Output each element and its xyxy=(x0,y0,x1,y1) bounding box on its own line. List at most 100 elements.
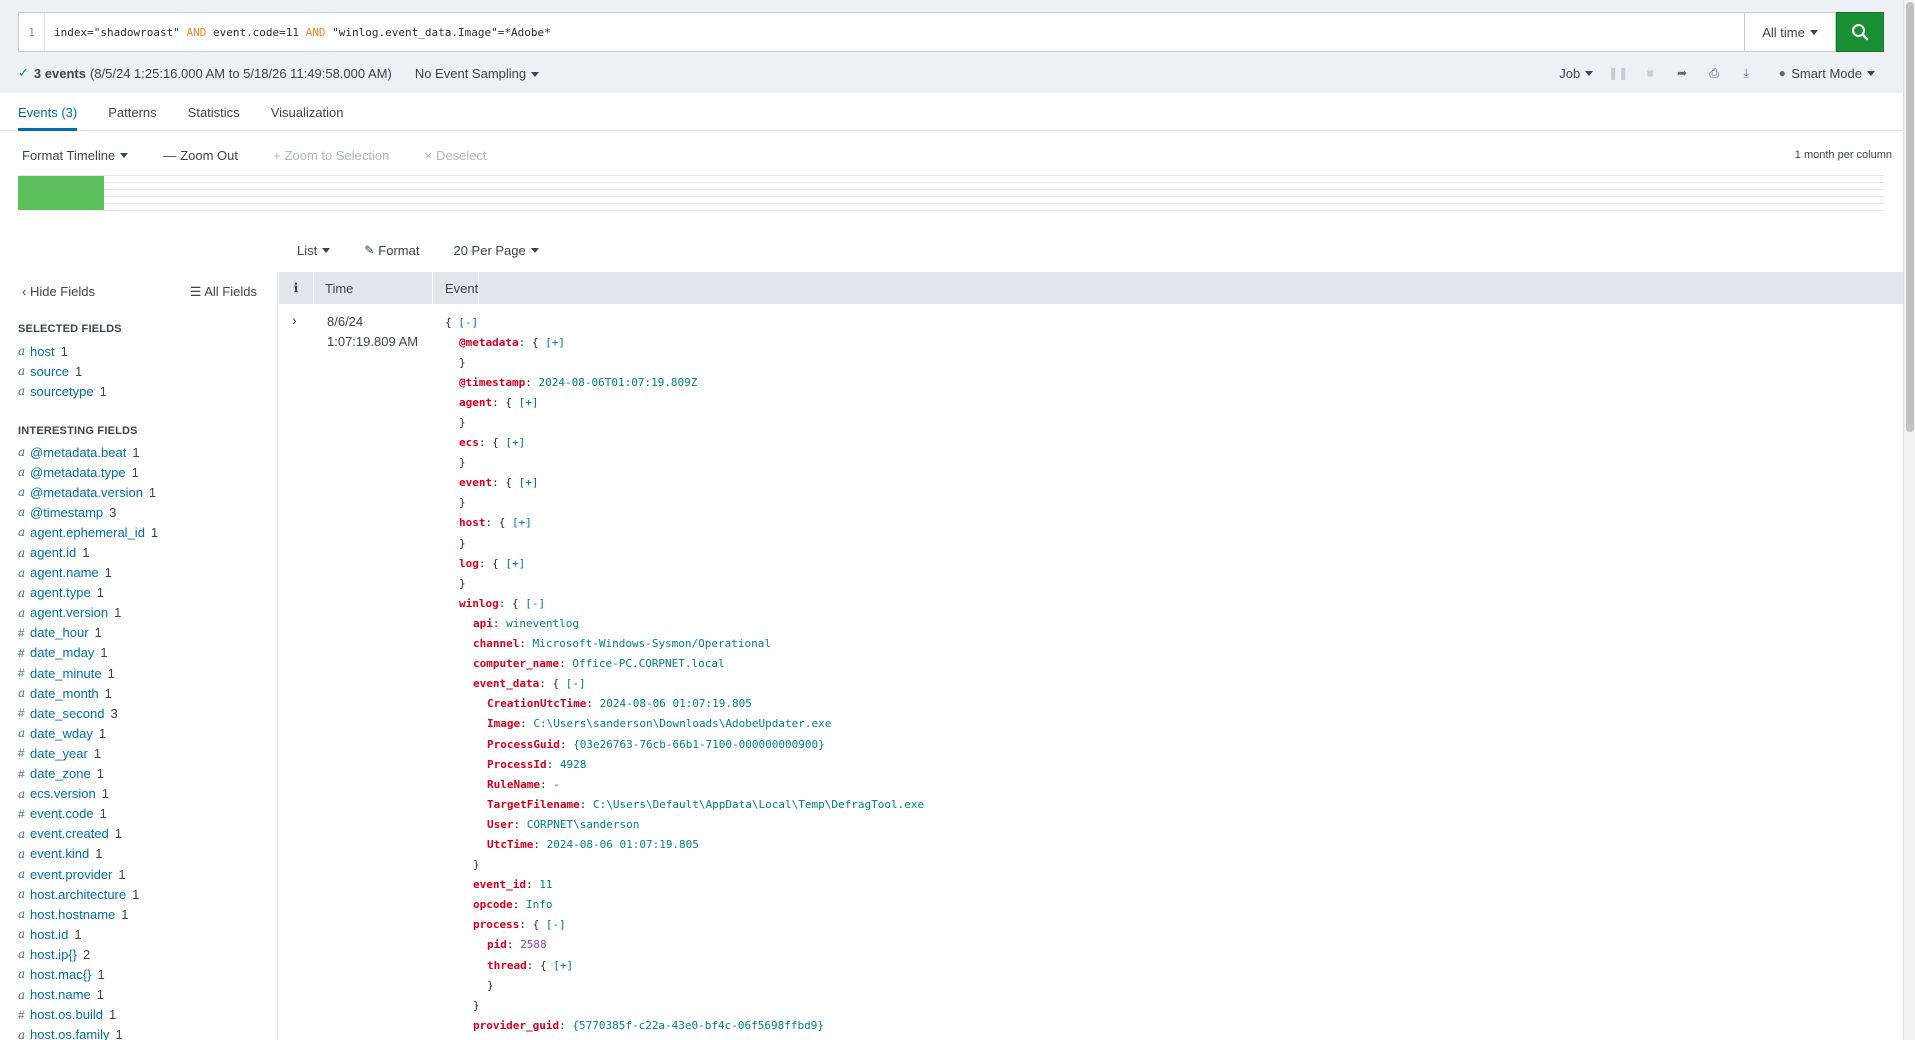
per-page-dropdown[interactable]: 20 Per Page xyxy=(453,243,539,258)
field-name[interactable]: host.architecture xyxy=(30,887,126,902)
page-scrollbar[interactable] xyxy=(1903,0,1915,1040)
field-item[interactable]: a host.mac{} 1 xyxy=(18,964,158,984)
field-item[interactable]: a @metadata.beat 1 xyxy=(18,442,158,462)
expand-toggle[interactable]: [-] xyxy=(458,316,478,329)
expand-row-chevron-icon[interactable]: › xyxy=(292,312,304,328)
format-timeline-button[interactable]: Format Timeline xyxy=(22,148,129,163)
tab-statistics[interactable]: Statistics xyxy=(188,93,240,130)
field-name[interactable]: host.ip{} xyxy=(30,947,77,962)
field-item[interactable]: a host.architecture 1 xyxy=(18,884,158,904)
field-name[interactable]: date_mday xyxy=(30,645,94,660)
field-item[interactable]: a date_month 1 xyxy=(18,683,158,703)
json-value[interactable]: Microsoft-Windows-Sysmon/Operational xyxy=(533,637,771,650)
field-name[interactable]: date_month xyxy=(30,686,99,701)
field-item[interactable]: a host.name 1 xyxy=(18,985,158,1005)
hide-fields-button[interactable]: ‹ Hide Fields xyxy=(22,284,95,300)
field-name[interactable]: event.created xyxy=(30,826,109,841)
search-input[interactable]: 1 index="shadowroast" AND event.code=11 … xyxy=(18,12,1744,52)
field-name[interactable]: host.os.family xyxy=(30,1027,109,1040)
field-item[interactable]: a host.hostname 1 xyxy=(18,904,158,924)
field-name[interactable]: @metadata.version xyxy=(30,485,143,500)
event-sampling-dropdown[interactable]: No Event Sampling xyxy=(415,66,540,81)
scrollbar-thumb[interactable] xyxy=(1906,2,1914,432)
field-name[interactable]: agent.version xyxy=(30,605,108,620)
field-item[interactable]: # date_mday 1 xyxy=(18,643,158,663)
json-value[interactable]: Office-PC.CORPNET.local xyxy=(572,657,724,670)
field-item[interactable]: # date_minute 1 xyxy=(18,663,158,683)
field-item[interactable]: a host.id 1 xyxy=(18,924,158,944)
field-item[interactable]: a @metadata.version 1 xyxy=(18,482,158,502)
field-name[interactable]: agent.name xyxy=(30,565,99,580)
field-name[interactable]: host.name xyxy=(30,987,91,1002)
expand-toggle[interactable]: [+] xyxy=(545,336,565,349)
field-name[interactable]: host.mac{} xyxy=(30,967,91,982)
field-item[interactable]: a event.created 1 xyxy=(18,824,158,844)
field-name[interactable]: sourcetype xyxy=(30,384,94,399)
json-value[interactable]: Info xyxy=(526,898,553,911)
field-item[interactable]: # date_year 1 xyxy=(18,743,158,763)
format-button[interactable]: ✎ Format xyxy=(364,243,419,258)
field-name[interactable]: date_minute xyxy=(30,666,102,681)
field-name[interactable]: source xyxy=(30,364,69,379)
job-menu[interactable]: Job xyxy=(1559,66,1594,81)
field-item[interactable]: # host.os.build 1 xyxy=(18,1005,158,1025)
all-fields-button[interactable]: ☰ All Fields xyxy=(190,284,257,300)
field-name[interactable]: date_hour xyxy=(30,625,89,640)
expand-toggle[interactable]: [+] xyxy=(519,476,539,489)
field-item[interactable]: a host.os.family 1 xyxy=(18,1025,158,1040)
field-item[interactable]: a date_wday 1 xyxy=(18,723,158,743)
field-name[interactable]: @metadata.beat xyxy=(30,445,126,460)
field-name[interactable]: agent.type xyxy=(30,585,91,600)
export-button[interactable]: ⤓ xyxy=(1739,66,1753,80)
expand-toggle[interactable]: [-] xyxy=(566,677,586,690)
field-name[interactable]: event.provider xyxy=(30,867,112,882)
json-value[interactable]: - xyxy=(553,778,560,791)
field-name[interactable]: host.os.build xyxy=(30,1007,103,1022)
expand-toggle[interactable]: [+] xyxy=(553,959,573,972)
json-value[interactable]: wineventlog xyxy=(506,617,579,630)
expand-toggle[interactable]: [+] xyxy=(512,516,532,529)
timeline-chart[interactable] xyxy=(18,175,1884,211)
field-item[interactable]: a @timestamp 3 xyxy=(18,502,158,522)
json-value[interactable]: 2024-08-06T01:07:19.809Z xyxy=(538,376,697,389)
expand-toggle[interactable]: [-] xyxy=(546,918,566,931)
field-name[interactable]: ecs.version xyxy=(30,786,96,801)
stop-button[interactable]: ■ xyxy=(1643,66,1657,80)
json-value[interactable]: CORPNET\sanderson xyxy=(527,818,640,831)
field-item[interactable]: a source 1 xyxy=(18,361,107,381)
field-name[interactable]: event.kind xyxy=(30,846,89,861)
print-button[interactable]: ⎙ xyxy=(1707,66,1721,80)
expand-toggle[interactable]: [+] xyxy=(519,396,539,409)
json-number[interactable]: 2588 xyxy=(520,938,547,951)
expand-toggle[interactable]: [-] xyxy=(525,597,545,610)
deselect-button[interactable]: × Deselect xyxy=(424,148,486,163)
time-range-picker[interactable]: All time xyxy=(1744,12,1836,52)
field-item[interactable]: a agent.type 1 xyxy=(18,583,158,603)
json-value[interactable]: C:\Users\Default\AppData\Local\Temp\Defr… xyxy=(593,798,924,811)
field-item[interactable]: a event.provider 1 xyxy=(18,864,158,884)
json-value[interactable]: 2024-08-06 01:07:19.805 xyxy=(547,838,699,851)
field-item[interactable]: a agent.version 1 xyxy=(18,603,158,623)
field-item[interactable]: a @metadata.type 1 xyxy=(18,462,158,482)
tab-patterns[interactable]: Patterns xyxy=(108,93,156,130)
time-column-header[interactable]: Time xyxy=(314,272,433,304)
field-name[interactable]: date_year xyxy=(30,746,88,761)
list-view-dropdown[interactable]: List xyxy=(297,243,331,258)
field-name[interactable]: date_wday xyxy=(30,726,93,741)
field-item[interactable]: a agent.ephemeral_id 1 xyxy=(18,522,158,542)
field-name[interactable]: @metadata.type xyxy=(30,465,126,480)
zoom-out-button[interactable]: — Zoom Out xyxy=(163,148,238,163)
field-item[interactable]: a host 1 xyxy=(18,341,107,361)
field-name[interactable]: date_second xyxy=(30,706,104,721)
json-value[interactable]: {03e26763-76cb-66b1-7100-000000000900} xyxy=(573,738,825,751)
search-query-text[interactable]: index="shadowroast" AND event.code=11 AN… xyxy=(45,26,551,39)
tab-events[interactable]: Events (3) xyxy=(18,93,78,131)
field-item[interactable]: a sourcetype 1 xyxy=(18,381,107,401)
field-item[interactable]: # date_hour 1 xyxy=(18,623,158,643)
field-name[interactable]: event.code xyxy=(30,806,94,821)
json-value[interactable]: {5770385f-c22a-43e0-bf4c-06f5698ffbd9} xyxy=(572,1019,824,1032)
field-name[interactable]: agent.ephemeral_id xyxy=(30,525,145,540)
field-name[interactable]: host xyxy=(30,344,55,359)
field-name[interactable]: @timestamp xyxy=(30,505,103,520)
json-value[interactable]: C:\Users\sanderson\Downloads\AdobeUpdate… xyxy=(533,717,831,730)
